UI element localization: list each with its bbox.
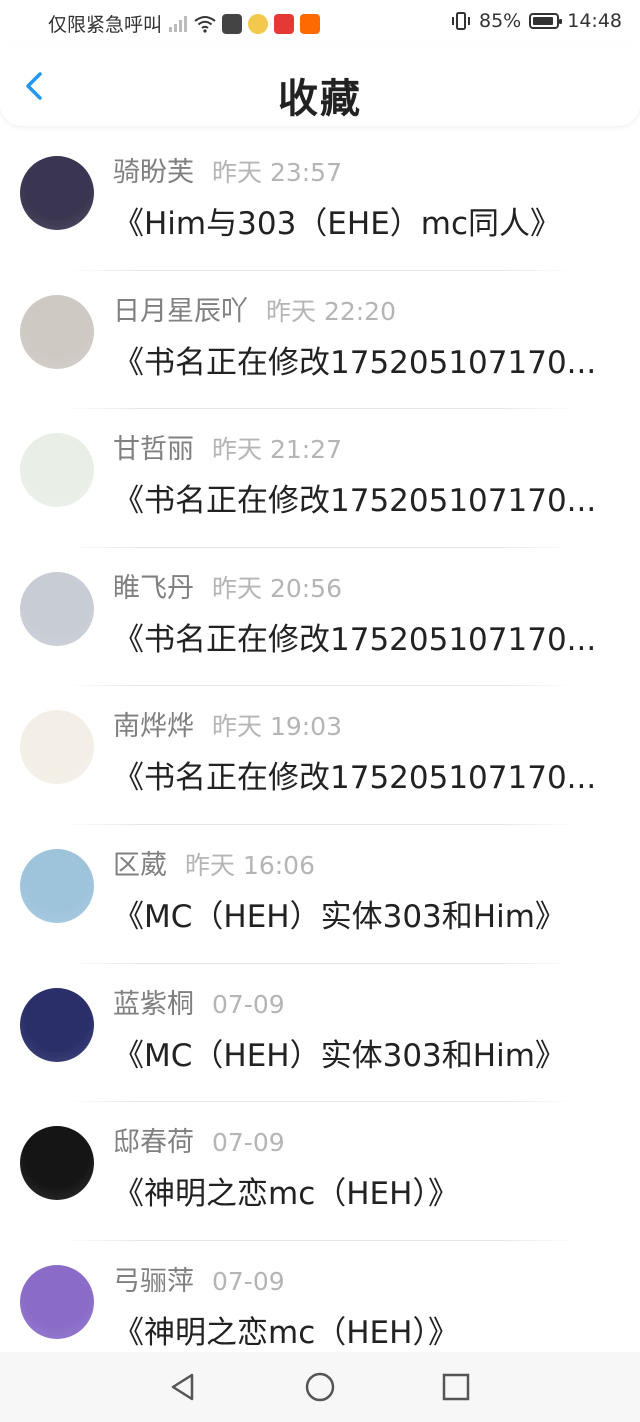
timestamp: 07-09 xyxy=(212,989,285,1019)
timestamp: 07-09 xyxy=(212,1266,285,1296)
username: 南烨烨 xyxy=(113,711,194,743)
signal-icon xyxy=(169,15,188,32)
clock: 14:48 xyxy=(567,10,622,32)
circle-home-icon xyxy=(305,1372,335,1402)
username: 区葳 xyxy=(113,849,167,881)
triangle-back-icon xyxy=(171,1373,194,1401)
favorite-title: 《神明之恋mc（HEH）》 xyxy=(113,1176,459,1213)
header: 收藏 xyxy=(0,44,640,126)
avatar xyxy=(20,571,94,646)
list-item[interactable]: 睢飞丹 昨天 20:56 《书名正在修改175205107170... xyxy=(0,548,640,687)
favorite-title: 《Him与303（EHE）mc同人》 xyxy=(113,206,562,242)
status-right: 85% 14:48 xyxy=(451,10,622,32)
app-notification-icon xyxy=(248,13,269,34)
vibrate-icon xyxy=(452,12,470,30)
favorites-list: 骑盼芙 昨天 23:57 《Him与303（EHE）mc同人》 日月星辰吖 昨天 2… xyxy=(0,132,640,1379)
battery-icon xyxy=(529,13,563,29)
favorite-title: 《MC（HEH）实体303和Him》 xyxy=(113,1037,566,1074)
username: 日月星辰吖 xyxy=(113,295,248,327)
square-recents-icon xyxy=(442,1373,470,1401)
status-bar: 仅限紧急呼叫 85% 14:48 xyxy=(0,0,640,44)
app-notification-icon xyxy=(274,13,295,34)
status-left: 仅限紧急呼叫 xyxy=(48,10,321,37)
favorite-title: 《书名正在修改175205107170... xyxy=(113,483,597,520)
navigation-bar xyxy=(0,1352,640,1422)
favorite-title: 《书名正在修改175205107170... xyxy=(113,621,597,658)
list-item[interactable]: 甘哲丽 昨天 21:27 《书名正在修改175205107170... xyxy=(0,409,640,548)
battery-percent: 85% xyxy=(479,10,522,32)
timestamp: 昨天 22:20 xyxy=(266,296,396,326)
avatar xyxy=(20,848,94,923)
app-notification-icon xyxy=(222,13,243,34)
timestamp: 07-09 xyxy=(212,1128,285,1158)
avatar xyxy=(20,1264,94,1339)
username: 蓝紫桐 xyxy=(113,988,194,1020)
avatar xyxy=(20,294,94,369)
username: 睢飞丹 xyxy=(113,572,194,604)
wifi-icon xyxy=(194,15,216,33)
list-item[interactable]: 区葳 昨天 16:06 《MC（HEH）实体303和Him》 xyxy=(0,825,640,964)
nav-back-button[interactable] xyxy=(166,1370,200,1404)
avatar xyxy=(20,987,94,1062)
favorite-title: 《书名正在修改175205107170... xyxy=(113,760,597,797)
favorite-title: 《神明之恋mc（HEH）》 xyxy=(113,1314,459,1351)
taobao-icon xyxy=(300,13,321,34)
timestamp: 昨天 23:57 xyxy=(212,158,342,187)
list-item[interactable]: 邸春荷 07-09 《神明之恋mc（HEH）》 xyxy=(0,1102,640,1241)
avatar xyxy=(20,433,94,508)
username: 甘哲丽 xyxy=(113,434,194,466)
carrier-text: 仅限紧急呼叫 xyxy=(48,14,163,36)
avatar xyxy=(20,156,94,230)
list-item[interactable]: 骑盼芙 昨天 23:57 《Him与303（EHE）mc同人》 xyxy=(0,132,640,271)
timestamp: 昨天 16:06 xyxy=(185,850,315,880)
timestamp: 昨天 20:56 xyxy=(212,573,342,603)
avatar xyxy=(20,710,94,785)
list-item[interactable]: 日月星辰吖 昨天 22:20 《书名正在修改175205107170... xyxy=(0,271,640,410)
page-title: 收藏 xyxy=(278,76,362,122)
timestamp: 昨天 19:03 xyxy=(212,712,342,742)
username: 弓骊萍 xyxy=(113,1265,194,1297)
timestamp: 昨天 21:27 xyxy=(212,435,342,465)
avatar xyxy=(20,1126,94,1201)
favorite-title: 《MC（HEH）实体303和Him》 xyxy=(113,898,566,935)
list-item[interactable]: 南烨烨 昨天 19:03 《书名正在修改175205107170... xyxy=(0,686,640,825)
nav-recents-button[interactable] xyxy=(439,1370,473,1404)
username: 骑盼芙 xyxy=(113,157,194,188)
favorite-title: 《书名正在修改175205107170... xyxy=(113,344,597,381)
list-item[interactable]: 蓝紫桐 07-09 《MC（HEH）实体303和Him》 xyxy=(0,964,640,1103)
username: 邸春荷 xyxy=(113,1127,194,1159)
nav-home-button[interactable] xyxy=(303,1370,337,1404)
